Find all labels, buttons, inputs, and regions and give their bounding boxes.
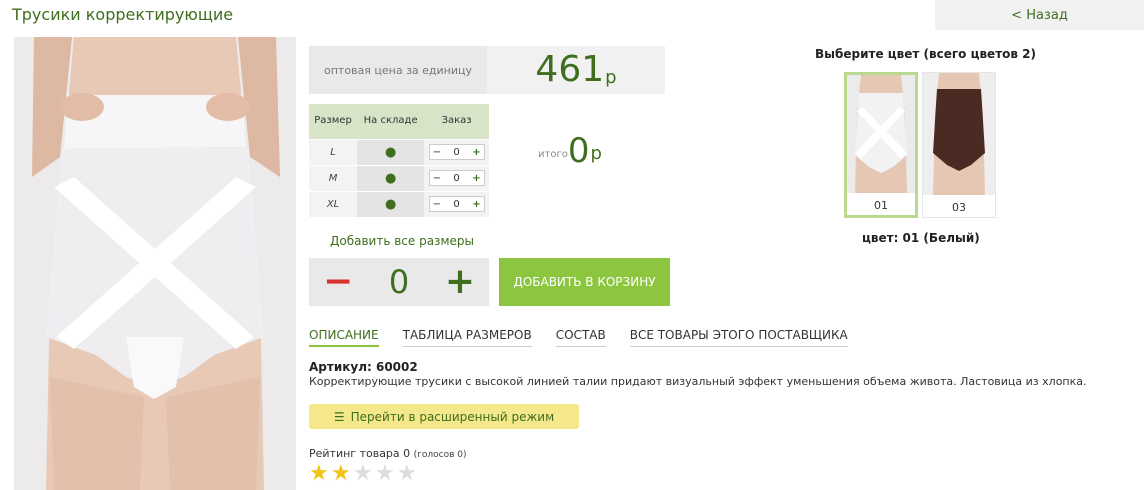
tab-supplier-products[interactable]: ВСЕ ТОВАРЫ ЭТОГО ПОСТАВЩИКА — [629, 328, 848, 347]
size-qty-stepper[interactable]: − 0 + — [428, 196, 485, 213]
total-label: итого — [538, 149, 568, 160]
article-number: Артикул: 60002 — [309, 360, 418, 374]
extended-mode-button[interactable]: ☰ Перейти в расширенный режим — [309, 404, 579, 429]
size-cell: L — [309, 138, 358, 165]
product-rating: Рейтинг товара 0 (голосов 0) — [309, 447, 467, 460]
page-title: Трусики корректирующие — [12, 5, 234, 24]
increment-button[interactable]: + — [472, 147, 480, 158]
increment-button[interactable]: + — [472, 199, 480, 210]
rating-stars[interactable]: ★ ★ ★ ★ ★ — [309, 463, 419, 485]
order-total: итого 0 р — [538, 134, 602, 168]
in-stock-dot-icon: ● — [384, 170, 397, 186]
total-value: 0 — [567, 131, 590, 171]
size-cell: M — [309, 164, 358, 191]
in-stock-dot-icon: ● — [384, 144, 397, 160]
article-label: Артикул: — [309, 360, 372, 374]
decrement-button[interactable]: − — [433, 173, 441, 184]
list-icon: ☰ — [333, 409, 345, 424]
article-value: 60002 — [375, 360, 418, 374]
color-thumbnail-image — [923, 73, 995, 195]
product-tabs: ОПИСАНИЕ ТАБЛИЦА РАЗМЕРОВ СОСТАВ ВСЕ ТОВ… — [309, 328, 872, 347]
order-header: Заказ — [424, 104, 489, 139]
color-swatch-01[interactable]: 01 — [844, 72, 918, 218]
size-row: XL ● − 0 + — [309, 190, 489, 217]
total-currency: р — [590, 143, 602, 164]
size-table: Размер На складе Заказ L ● − 0 + M ● − 0 — [309, 104, 489, 217]
product-main-image[interactable] — [14, 37, 296, 490]
color-thumbnail — [923, 73, 995, 195]
rating-votes: (голосов 0) — [413, 450, 467, 460]
quantity-increment-button[interactable]: + — [445, 264, 475, 300]
extended-mode-label: Перейти в расширенный режим — [350, 409, 555, 424]
size-row: M ● − 0 + — [309, 164, 489, 191]
quantity-decrement-button[interactable]: − — [323, 264, 353, 300]
price-display: 461 р — [487, 46, 665, 94]
color-code: 01 — [874, 199, 888, 212]
decrement-button[interactable]: − — [433, 199, 441, 210]
size-qty-value[interactable]: 0 — [453, 147, 459, 158]
color-code: 03 — [952, 201, 966, 214]
price-value: 461 — [535, 49, 605, 90]
color-swatch-03[interactable]: 03 — [922, 72, 996, 218]
star-icon[interactable]: ★ — [331, 463, 353, 485]
stock-header: На складе — [357, 104, 425, 139]
size-qty-value[interactable]: 0 — [453, 199, 459, 210]
rating-value: 0 — [403, 447, 411, 460]
tab-description[interactable]: ОПИСАНИЕ — [309, 328, 379, 347]
back-link[interactable]: < Назад — [935, 0, 1144, 30]
tab-composition[interactable]: СОСТАВ — [555, 328, 606, 347]
price-label: оптовая цена за единицу — [309, 46, 487, 94]
in-stock-dot-icon: ● — [384, 196, 397, 212]
add-to-cart-button[interactable]: ДОБАВИТЬ В КОРЗИНУ — [499, 258, 670, 306]
color-thumbnail — [847, 75, 915, 193]
star-icon[interactable]: ★ — [309, 463, 331, 485]
decrement-button[interactable]: − — [433, 147, 441, 158]
size-header: Размер — [309, 104, 358, 139]
quantity-value[interactable]: 0 — [389, 263, 409, 301]
product-description: Корректирующие трусики с высокой линией … — [309, 375, 1087, 388]
selected-color-caption: цвет: 01 (Белый) — [862, 231, 980, 245]
color-thumbnail-image — [847, 75, 915, 193]
color-picker-heading: Выберите цвет (всего цветов 2) — [815, 47, 1036, 61]
size-qty-stepper[interactable]: − 0 + — [428, 144, 485, 160]
size-row: L ● − 0 + — [309, 138, 489, 165]
size-qty-stepper[interactable]: − 0 + — [428, 170, 485, 186]
price-currency: р — [605, 66, 617, 88]
product-photo — [14, 37, 296, 490]
star-icon[interactable]: ★ — [375, 463, 397, 485]
add-all-sizes-link[interactable]: Добавить все размеры — [330, 234, 474, 248]
rating-label: Рейтинг товара — [309, 447, 400, 460]
star-icon[interactable]: ★ — [353, 463, 375, 485]
star-icon[interactable]: ★ — [397, 463, 419, 485]
increment-button[interactable]: + — [472, 173, 480, 184]
size-qty-value[interactable]: 0 — [453, 173, 459, 184]
size-cell: XL — [309, 190, 358, 217]
quantity-stepper: − 0 + — [309, 258, 489, 306]
tab-size-chart[interactable]: ТАБЛИЦА РАЗМЕРОВ — [402, 328, 532, 347]
